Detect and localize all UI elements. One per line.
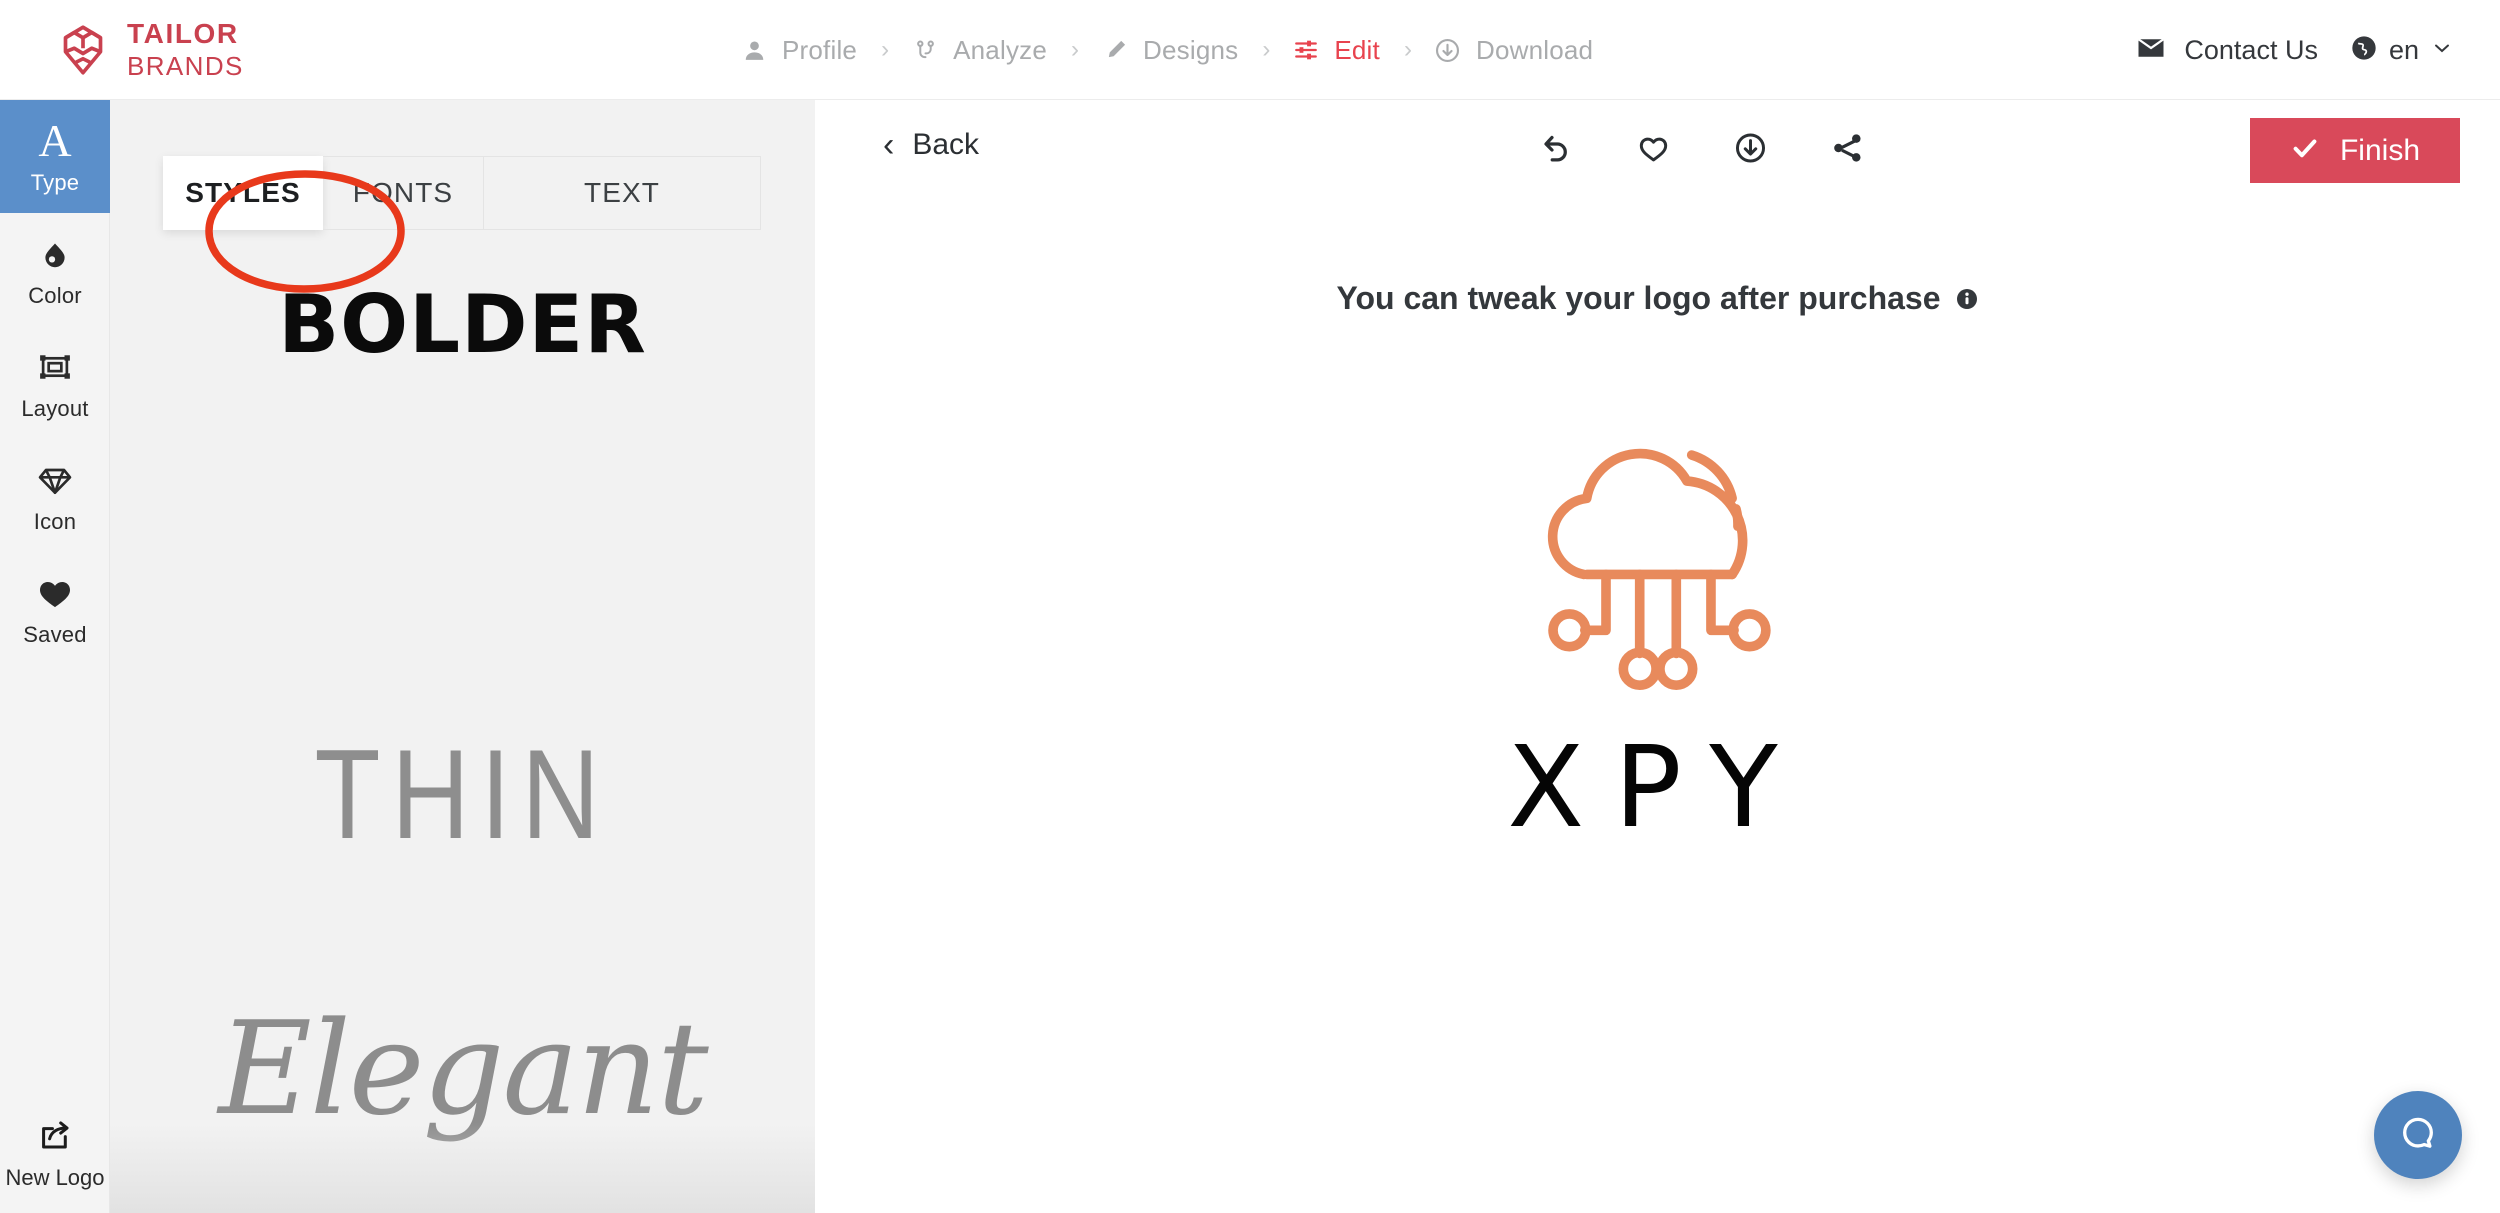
branch-icon (911, 36, 939, 64)
breadcrumb-item-designs[interactable]: Designs (1101, 35, 1238, 66)
sidebar-item-layout[interactable]: Layout (0, 326, 110, 439)
droplet-icon (37, 231, 73, 277)
tab-styles[interactable]: STYLES (163, 156, 323, 230)
breadcrumb-item-analyze[interactable]: Analyze (911, 35, 1047, 66)
heart-filled-icon (35, 570, 75, 616)
brand-wordmark: TAILOR BRANDS (127, 20, 244, 79)
download-button[interactable] (1728, 128, 1772, 172)
sidebar-label-type: Type (31, 170, 80, 196)
breadcrumb-label-profile: Profile (782, 35, 857, 66)
canvas-tool-icons (1534, 128, 1869, 172)
style-sample-bolder[interactable]: BOLDER (110, 278, 815, 371)
letter-a-serif-icon: A (38, 118, 71, 164)
style-sample-elegant-label: Elegant (218, 995, 706, 1144)
share-nodes-icon (1830, 131, 1864, 170)
crop-frame-icon (36, 344, 74, 390)
breadcrumb-separator: › (1262, 38, 1270, 62)
sidebar-item-type[interactable]: A Type (0, 100, 110, 213)
logo-preview[interactable]: XPY (815, 330, 2500, 930)
breadcrumb-separator: › (881, 38, 889, 62)
new-logo-button[interactable]: New Logo (0, 1112, 110, 1191)
favorite-button[interactable] (1631, 128, 1675, 172)
style-panel: STYLES FONTS TEXT BOLDER THIN Elegant (110, 100, 815, 1213)
contact-us-label: Contact Us (2184, 35, 2318, 66)
language-selector[interactable]: en (2350, 34, 2454, 67)
header-right-actions: Contact Us en (2136, 0, 2454, 100)
sidebar-label-icon: Icon (34, 509, 76, 535)
panel-tabs: STYLES FONTS TEXT (163, 156, 761, 230)
chevron-down-icon (2430, 36, 2454, 65)
style-sample-thin-label: THIN (315, 722, 611, 865)
app-header: TAILOR BRANDS Profile › (0, 0, 2500, 100)
breadcrumb-label-analyze: Analyze (953, 35, 1047, 66)
check-icon (2290, 133, 2320, 168)
tweak-note-text: You can tweak your logo after purchase (1337, 280, 1941, 317)
tab-styles-label: STYLES (185, 177, 301, 209)
share-button[interactable] (1825, 128, 1869, 172)
tab-fonts-label: FONTS (353, 177, 453, 209)
finish-button[interactable]: Finish (2250, 118, 2460, 183)
export-box-icon (36, 1112, 74, 1158)
sidebar-item-icon[interactable]: Icon (0, 439, 110, 552)
breadcrumb-label-download: Download (1476, 35, 1593, 66)
breadcrumb-label-designs: Designs (1143, 35, 1238, 66)
back-label: Back (912, 128, 979, 162)
back-button[interactable]: ‹ Back (883, 128, 979, 162)
tailor-brands-logo-editor: TAILOR BRANDS Profile › (0, 0, 2500, 1213)
sidebar-label-saved: Saved (23, 622, 86, 648)
chat-bubble-icon (2397, 1112, 2439, 1159)
tab-text[interactable]: TEXT (484, 156, 761, 230)
style-sample-bolder-label: BOLDER (278, 278, 647, 371)
style-sample-elegant[interactable]: Elegant (110, 995, 815, 1144)
heart-outline-icon (1636, 131, 1670, 170)
breadcrumb-item-edit[interactable]: Edit (1292, 35, 1380, 66)
style-sample-thin[interactable]: THIN (110, 720, 815, 868)
user-icon (740, 36, 768, 64)
canvas-toolbar: ‹ Back (815, 100, 2500, 210)
tool-sidebar: A Type Color (0, 100, 110, 1213)
undo-button[interactable] (1534, 128, 1578, 172)
sliders-icon (1292, 36, 1320, 64)
sidebar-label-layout: Layout (21, 396, 88, 422)
finish-label: Finish (2340, 134, 2420, 168)
logo-wordmark: XPY (1507, 723, 1807, 853)
tailor-brands-diamond-heart-icon (55, 22, 111, 78)
breadcrumb-separator: › (1071, 38, 1079, 62)
sidebar-item-saved[interactable]: Saved (0, 552, 110, 665)
breadcrumb-label-edit: Edit (1334, 35, 1380, 66)
contact-us-button[interactable]: Contact Us (2136, 33, 2318, 68)
breadcrumb-item-profile[interactable]: Profile (740, 35, 857, 66)
cloud-computing-nodes-icon (1513, 430, 1803, 695)
download-circle-icon (1434, 36, 1462, 64)
new-logo-label: New Logo (5, 1165, 104, 1191)
breadcrumb-item-download[interactable]: Download (1434, 35, 1593, 66)
diamond-gem-icon (35, 457, 75, 503)
undo-icon (1539, 131, 1573, 170)
sidebar-label-color: Color (28, 283, 82, 309)
language-label: en (2389, 35, 2419, 66)
globe-icon (2350, 34, 2378, 67)
breadcrumb-separator: › (1404, 38, 1412, 62)
breadcrumb: Profile › Analyze › (740, 0, 1593, 100)
tweak-note: You can tweak your logo after purchase (815, 280, 2500, 317)
tab-fonts[interactable]: FONTS (323, 156, 484, 230)
brand-line-2: BRANDS (127, 53, 244, 79)
tab-text-label: TEXT (584, 177, 660, 209)
sidebar-item-color[interactable]: Color (0, 213, 110, 326)
pencil-icon (1101, 36, 1129, 64)
brand-logo[interactable]: TAILOR BRANDS (55, 20, 244, 79)
help-chat-button[interactable] (2374, 1091, 2462, 1179)
chevron-left-icon: ‹ (883, 128, 894, 162)
brand-line-1: TAILOR (127, 20, 244, 48)
logo-canvas: ‹ Back (815, 100, 2500, 1213)
download-circle-icon (1733, 131, 1767, 170)
info-icon[interactable] (1955, 287, 1979, 311)
envelope-icon (2136, 33, 2166, 68)
